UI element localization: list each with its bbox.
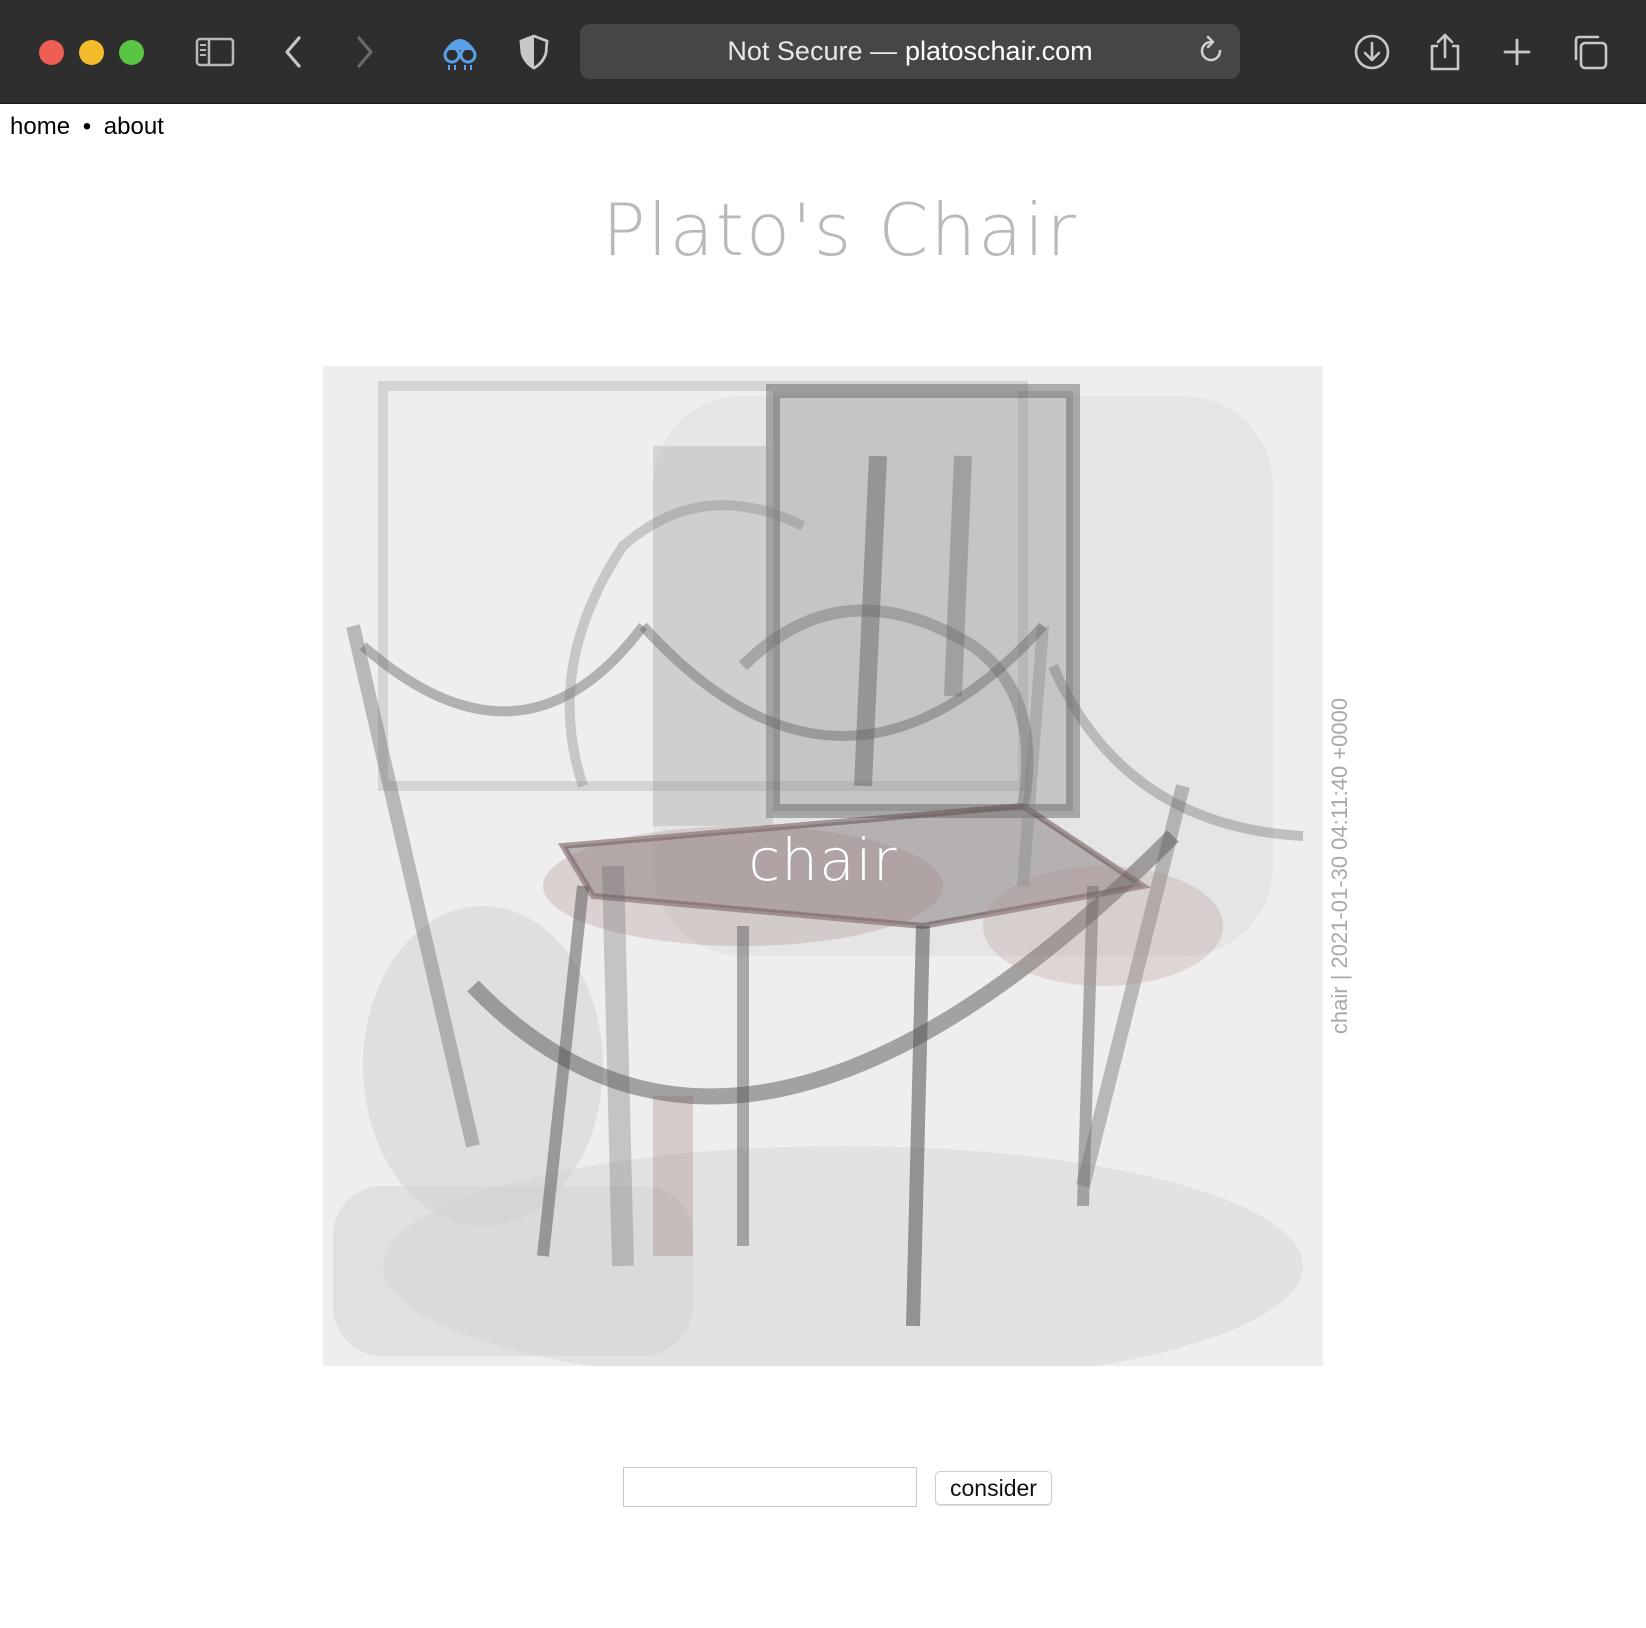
- new-tab-icon[interactable]: [1495, 30, 1539, 74]
- reload-icon[interactable]: [1194, 34, 1228, 68]
- site-nav: home • about: [10, 113, 164, 141]
- download-icon[interactable]: [1350, 30, 1394, 74]
- back-icon[interactable]: [272, 30, 316, 74]
- nav-about-link[interactable]: about: [104, 113, 164, 140]
- composite-chair-image: chair: [323, 366, 1323, 1366]
- query-input[interactable]: [623, 1467, 917, 1507]
- page-title: Plato's Chair: [602, 188, 1078, 272]
- share-icon[interactable]: [1423, 30, 1467, 74]
- shield-icon[interactable]: [512, 30, 556, 74]
- close-window-button[interactable]: [39, 40, 64, 65]
- address-bar[interactable]: Not Secure — platoschair.com: [580, 24, 1240, 79]
- zoom-window-button[interactable]: [119, 40, 144, 65]
- forward-icon[interactable]: [342, 30, 386, 74]
- minimize-window-button[interactable]: [79, 40, 104, 65]
- nav-separator: •: [82, 113, 92, 140]
- nav-home-link[interactable]: home: [10, 113, 70, 140]
- consider-button[interactable]: consider: [935, 1471, 1052, 1505]
- privacy-report-icon[interactable]: [438, 30, 482, 74]
- domain-label: platoschair.com: [904, 36, 1093, 66]
- tab-overview-icon[interactable]: [1568, 30, 1612, 74]
- sidebar-icon[interactable]: [193, 30, 237, 74]
- image-caption: chair: [748, 826, 898, 894]
- image-metadata: chair | 2021-01-30 04:11:40 +0000: [1327, 697, 1352, 1035]
- browser-toolbar: Not Secure — platoschair.com: [0, 0, 1646, 104]
- security-label: Not Secure —: [727, 36, 897, 66]
